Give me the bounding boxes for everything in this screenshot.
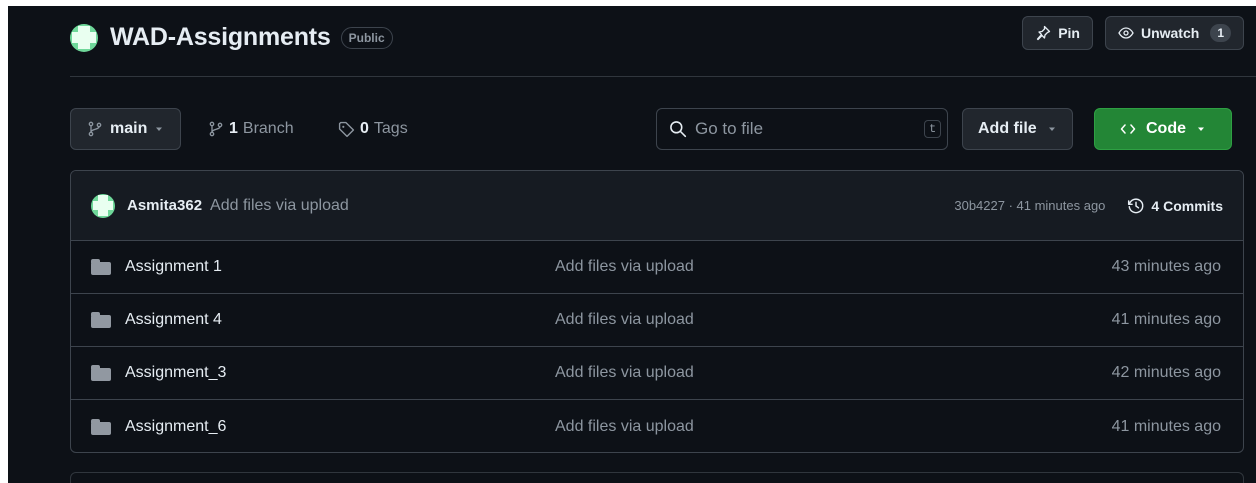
triangle-down-icon [1196, 124, 1206, 134]
search-icon [669, 120, 687, 138]
history-icon [1127, 197, 1145, 215]
folder-icon [91, 418, 111, 435]
file-row[interactable]: Assignment 4 Add files via upload 41 min… [71, 294, 1243, 347]
file-updated-time: 41 minutes ago [1111, 417, 1221, 435]
file-browser: Asmita362 Add files via upload 30b4227 ·… [70, 170, 1244, 453]
repo-name[interactable]: WAD-Assignments [110, 23, 331, 52]
triangle-down-icon [1047, 124, 1057, 134]
repo-page: WAD-Assignments Public Pin Unwatch 1 mai… [8, 6, 1256, 483]
file-name[interactable]: Assignment_3 [125, 364, 555, 382]
file-updated-time: 41 minutes ago [1111, 311, 1221, 328]
latest-commit-bar: Asmita362 Add files via upload 30b4227 ·… [71, 171, 1243, 241]
pin-label: Pin [1058, 25, 1080, 41]
code-label: Code [1146, 120, 1186, 137]
repo-title: WAD-Assignments Public [70, 23, 393, 52]
pin-button[interactable]: Pin [1022, 16, 1093, 50]
author-avatar[interactable] [91, 193, 115, 218]
unwatch-label: Unwatch [1140, 25, 1200, 41]
file-row[interactable]: Assignment_3 Add files via upload 42 min… [71, 347, 1243, 400]
add-file-button[interactable]: Add file [962, 108, 1073, 150]
file-row[interactable]: Assignment 1 Add files via upload 43 min… [71, 241, 1243, 294]
commit-message[interactable]: Add files via upload [210, 197, 349, 215]
folder-icon [91, 312, 111, 328]
file-name[interactable]: Assignment_6 [125, 418, 555, 436]
file-updated-time: 42 minutes ago [1111, 364, 1221, 381]
pin-icon [1035, 25, 1051, 41]
tag-icon [338, 121, 355, 138]
tags-link[interactable]: 0 Tags [338, 108, 408, 150]
file-name[interactable]: Assignment 1 [125, 258, 555, 276]
file-commit-message[interactable]: Add files via upload [555, 311, 1112, 329]
header-divider [70, 76, 1256, 77]
commit-meta[interactable]: 30b4227 · 41 minutes ago [954, 198, 1105, 213]
tag-count-label: Tags [373, 120, 408, 137]
commit-author[interactable]: Asmita362 [127, 197, 202, 214]
file-name[interactable]: Assignment 4 [125, 311, 555, 329]
file-updated-time: 43 minutes ago [1111, 258, 1221, 275]
file-commit-message[interactable]: Add files via upload [555, 418, 1112, 436]
commits-count: 4 Commits [1151, 197, 1223, 214]
file-commit-message[interactable]: Add files via upload [555, 364, 1112, 382]
branch-count: 1 [229, 120, 238, 137]
eye-icon [1118, 25, 1134, 41]
branch-select-button[interactable]: main [70, 108, 182, 150]
file-toolbar: main 1 Branch 0 Tags t [70, 108, 1244, 150]
watch-count: 1 [1210, 24, 1231, 42]
go-to-file-input[interactable] [695, 119, 916, 139]
branches-link[interactable]: 1 Branch [208, 108, 294, 150]
owner-avatar[interactable] [70, 23, 98, 52]
keyboard-shortcut-hint: t [924, 120, 942, 138]
tag-count: 0 [360, 120, 369, 137]
branch-count-label: Branch [242, 120, 294, 137]
readme-panel-edge [70, 472, 1244, 483]
commits-history-link[interactable]: 4 Commits [1127, 197, 1223, 215]
folder-icon [91, 365, 111, 381]
unwatch-button[interactable]: Unwatch 1 [1104, 16, 1244, 50]
folder-icon [91, 259, 111, 275]
git-branch-icon [87, 121, 103, 137]
code-icon [1120, 121, 1136, 137]
code-button[interactable]: Code [1094, 108, 1232, 150]
repo-actions: Pin Unwatch 1 [1022, 16, 1244, 50]
branch-name: main [110, 120, 148, 137]
repo-header: WAD-Assignments Public Pin Unwatch 1 [8, 6, 1256, 76]
triangle-down-icon [154, 124, 164, 134]
add-file-label: Add file [978, 120, 1037, 137]
file-row[interactable]: Assignment_6 Add files via upload 41 min… [71, 400, 1243, 452]
file-commit-message[interactable]: Add files via upload [555, 258, 1112, 276]
go-to-file-search[interactable]: t [656, 108, 948, 150]
visibility-badge: Public [340, 26, 393, 49]
git-branch-icon [208, 121, 224, 137]
